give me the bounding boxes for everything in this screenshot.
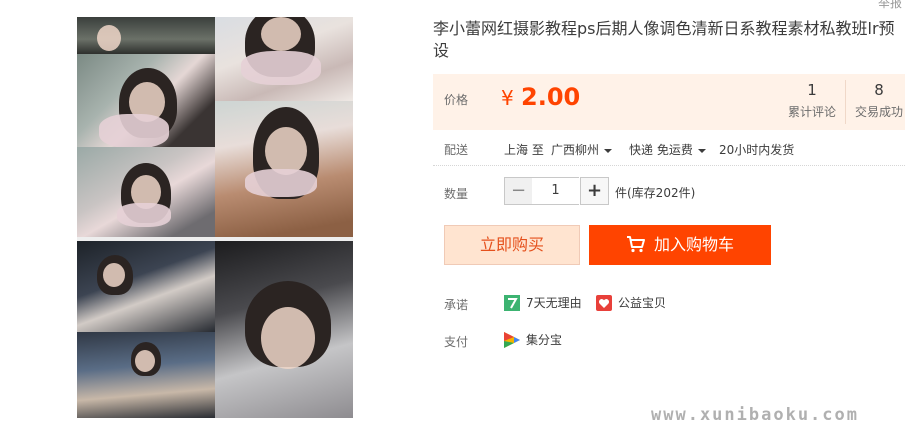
product-title: 李小蕾网红摄影教程ps后期人像调色清新日系教程素材私教班lr预设 [433, 19, 895, 60]
buy-now-button[interactable]: 立即购买 [444, 225, 580, 265]
cart-icon [626, 236, 645, 253]
price-value: 2.00 [521, 83, 581, 111]
reviews-label: 累计评论 [787, 105, 836, 119]
price-currency: ¥ [501, 86, 514, 110]
service-text: 7天无理由 [526, 296, 582, 310]
shipping-label: 配送 [444, 143, 469, 157]
gallery-photo [77, 241, 215, 332]
add-to-cart-button[interactable]: 加入购物车 [589, 225, 771, 265]
reviews-count: 1 [807, 81, 817, 99]
chevron-down-icon [697, 148, 706, 153]
add-to-cart-label: 加入购物车 [653, 235, 734, 254]
site-watermark: www.xunibaoku.com [651, 405, 859, 425]
charity-gift-icon [596, 294, 612, 311]
report-link[interactable]: 举报 [878, 0, 902, 11]
jifenbao-payment[interactable]: 集分宝 [504, 331, 563, 348]
price-label: 价格 [444, 93, 469, 107]
gallery-photo [215, 17, 353, 101]
quantity-increase-button[interactable]: + [580, 177, 609, 205]
chevron-down-icon [604, 148, 613, 153]
gallery-photo [215, 101, 353, 237]
shipping-destination: 广西柳州 [551, 143, 600, 157]
charity-service[interactable]: 公益宝贝 [596, 294, 667, 311]
divider [433, 165, 905, 166]
seven-day-return-icon [504, 294, 520, 311]
service-text: 公益宝贝 [618, 296, 667, 310]
payment-text: 集分宝 [526, 333, 563, 347]
deals-label: 交易成功 [854, 105, 903, 119]
gallery-photo [77, 17, 215, 54]
shipping-method-select[interactable]: 快递 免运费 [629, 141, 706, 158]
quantity-label: 数量 [444, 187, 469, 201]
quantity-input[interactable]: 1 [532, 177, 579, 205]
price-panel: 价格 ¥ 2.00 1 累计评论 8 交易成功 [433, 74, 905, 130]
shipping-method: 快递 免运费 [629, 143, 693, 157]
seven-day-return-service[interactable]: 7天无理由 [504, 294, 582, 311]
deals-count: 8 [874, 81, 884, 99]
dispatch-time: 20小时内发货 [719, 143, 795, 157]
gallery-photo [77, 147, 215, 237]
stock-info: 件(库存202件) [615, 186, 696, 200]
payment-label: 支付 [444, 335, 469, 349]
product-image-gallery[interactable] [77, 17, 353, 418]
quantity-decrease-button[interactable]: − [504, 177, 533, 205]
gallery-photo [77, 54, 215, 147]
shipping-from: 上海 至 [504, 143, 544, 157]
shipping-destination-select[interactable]: 广西柳州 [551, 141, 613, 158]
gallery-photo [215, 241, 353, 418]
gallery-photo [77, 332, 215, 418]
reviews-stat[interactable]: 1 累计评论 [779, 80, 845, 121]
promise-label: 承诺 [444, 298, 469, 312]
jifenbao-icon [504, 331, 520, 348]
deals-stat: 8 交易成功 [845, 80, 905, 124]
